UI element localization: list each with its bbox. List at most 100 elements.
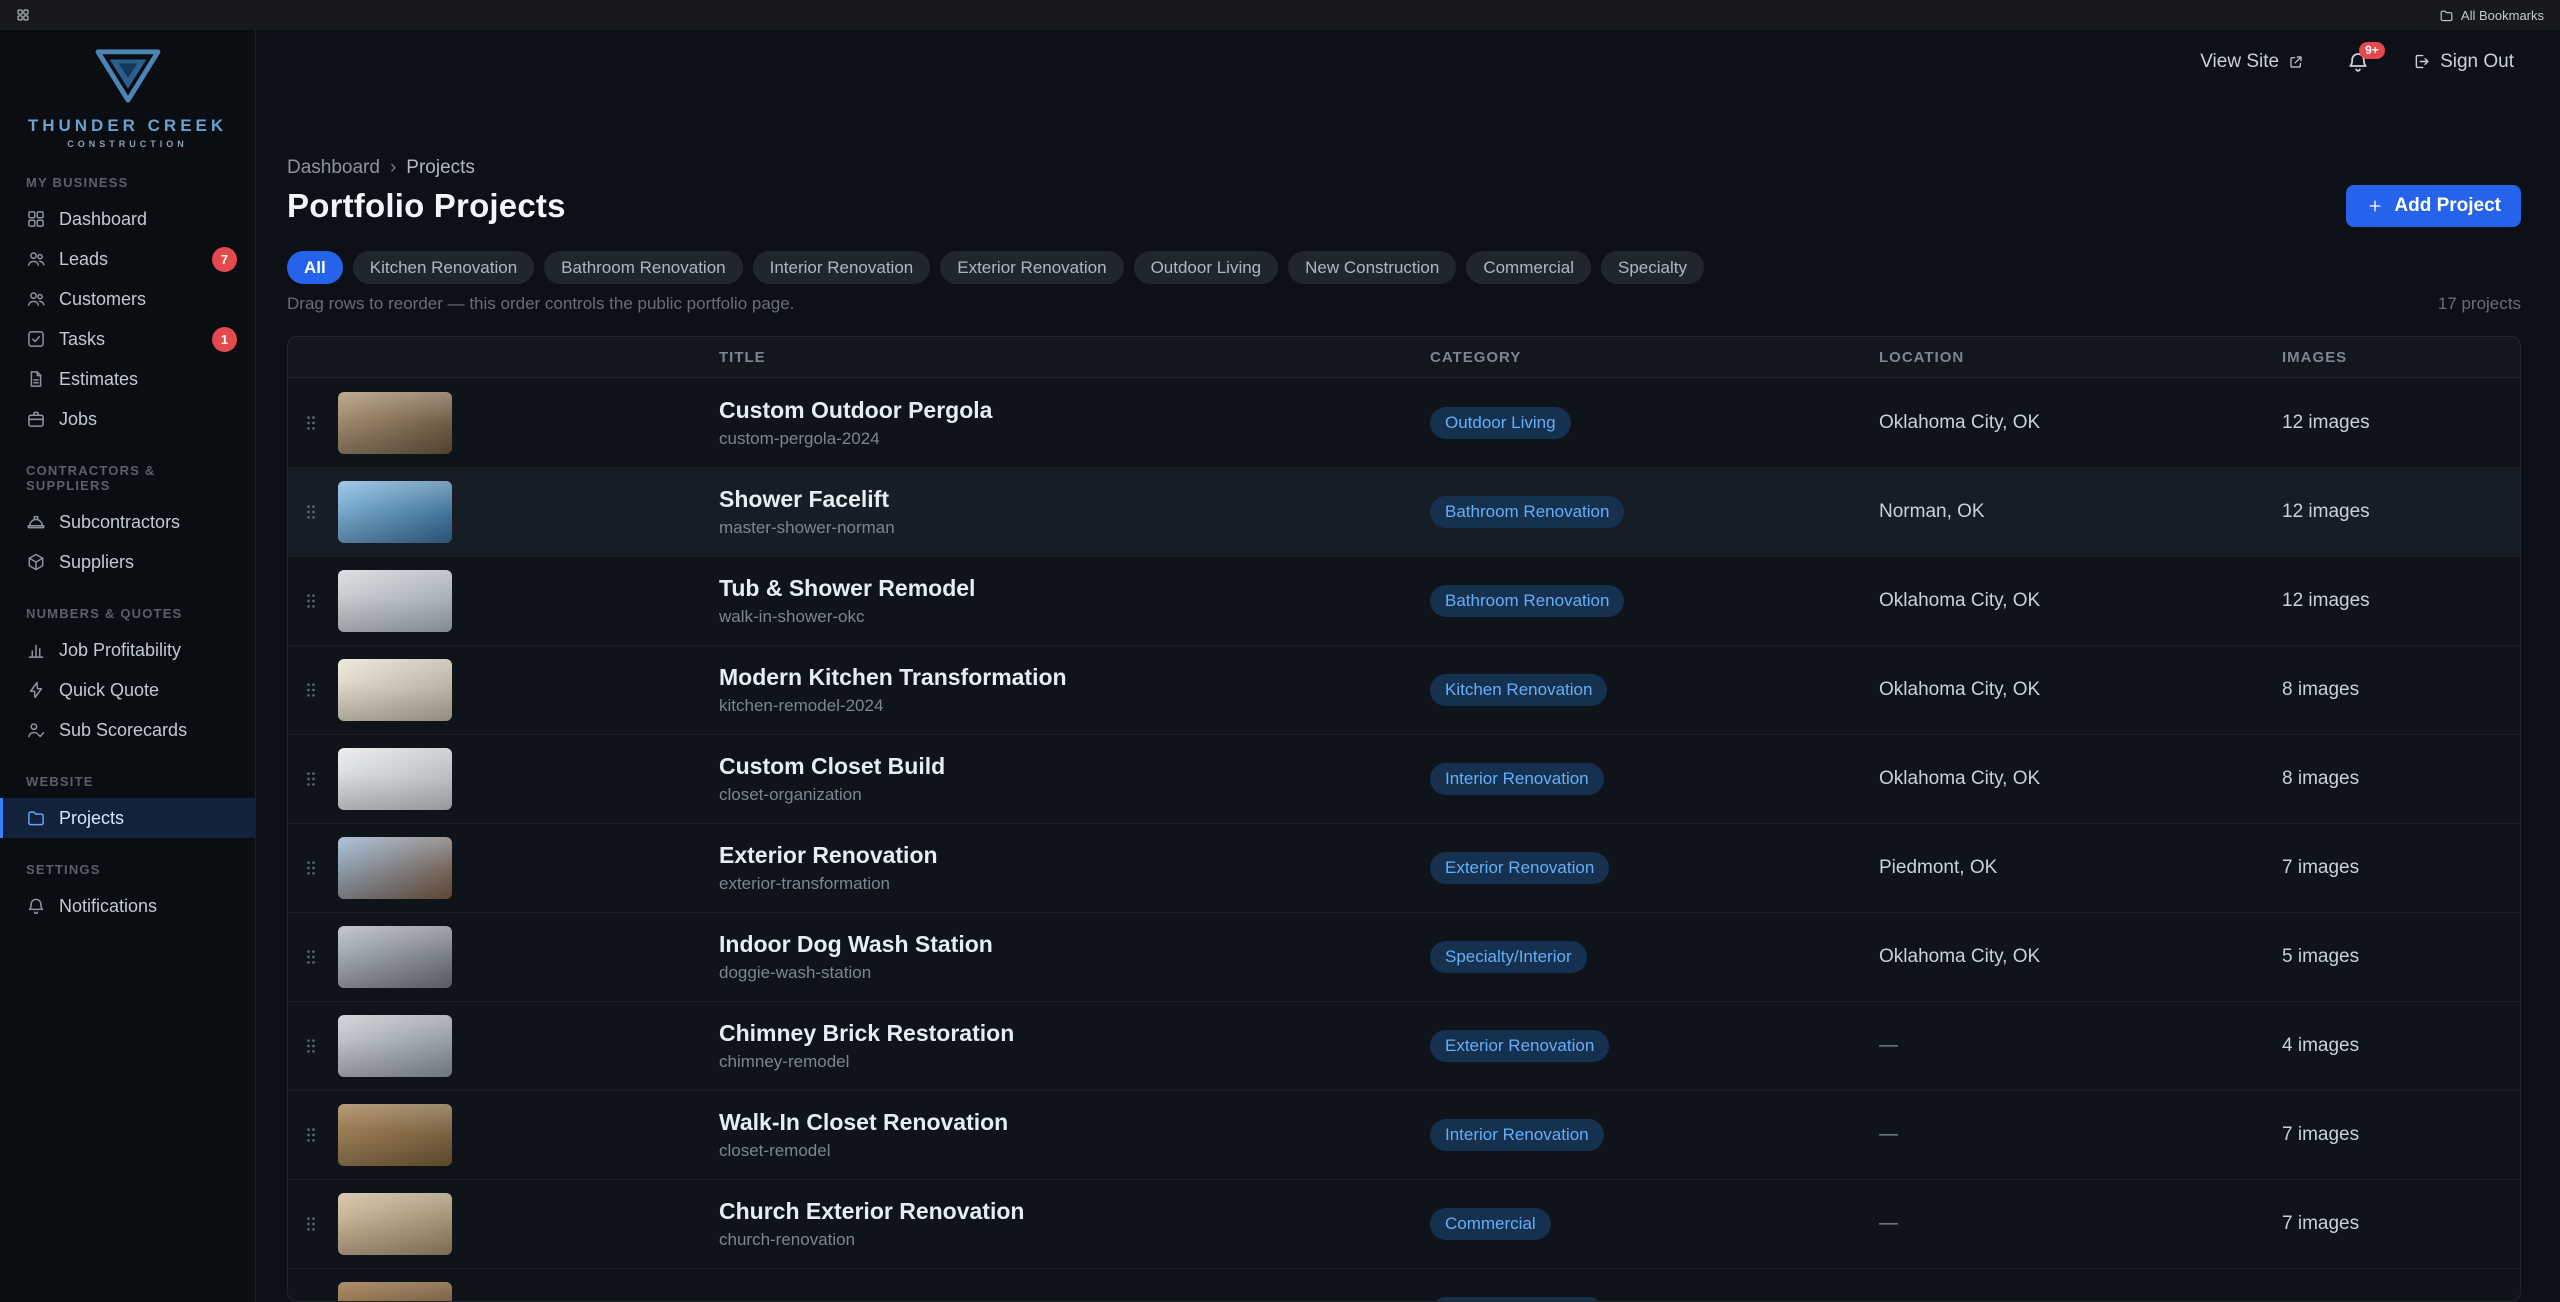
table-row[interactable]: Indoor Dog Wash Stationdoggie-wash-stati… xyxy=(288,912,2520,1001)
filter-chip-specialty[interactable]: Specialty xyxy=(1601,251,1704,284)
users-icon xyxy=(26,249,46,269)
table-row[interactable]: Church Exterior Renovationchurch-renovat… xyxy=(288,1179,2520,1268)
project-image-count: 12 images xyxy=(2282,412,2520,434)
sidebar-item-leads[interactable]: Leads7 xyxy=(0,239,255,279)
column-header-location: LOCATION xyxy=(1879,349,2282,366)
grip-handle-icon[interactable] xyxy=(301,947,321,967)
grip-handle-icon[interactable] xyxy=(301,1214,321,1234)
sidebar-item-estimates[interactable]: Estimates xyxy=(0,359,255,399)
grip-handle-icon[interactable] xyxy=(301,858,321,878)
project-location: Oklahoma City, OK xyxy=(1879,768,2282,790)
table-body: Custom Outdoor Pergolacustom-pergola-202… xyxy=(288,378,2520,1302)
grip-handle-icon[interactable] xyxy=(301,769,321,789)
sidebar-item-projects[interactable]: Projects xyxy=(0,798,255,838)
project-image-count: 7 images xyxy=(2282,1124,2520,1146)
sidebar-item-jobs[interactable]: Jobs xyxy=(0,399,255,439)
sidebar-item-label: Leads xyxy=(59,249,108,270)
project-location: Oklahoma City, OK xyxy=(1879,946,2282,968)
bar-chart-icon xyxy=(26,640,46,660)
add-project-label: Add Project xyxy=(2394,195,2501,217)
project-image-count: 12 images xyxy=(2282,501,2520,523)
table-row[interactable]: Custom Outdoor Pergolacustom-pergola-202… xyxy=(288,378,2520,467)
browser-bar: All Bookmarks xyxy=(0,0,2560,30)
grip-handle-icon[interactable] xyxy=(301,502,321,522)
users-icon xyxy=(26,289,46,309)
table-row[interactable]: Walk-In Closet Renovationcloset-remodelI… xyxy=(288,1090,2520,1179)
project-count: 17 projects xyxy=(2438,294,2521,314)
project-thumbnail xyxy=(338,392,452,454)
project-image-count: 7 images xyxy=(2282,1213,2520,1235)
project-slug: master-shower-norman xyxy=(719,518,1430,538)
category-badge: Outdoor Living xyxy=(1430,407,1571,439)
project-thumbnail xyxy=(338,1282,452,1302)
view-site-link[interactable]: View Site xyxy=(2200,51,2304,73)
project-title: Shower Facelift xyxy=(719,486,1430,513)
table-row[interactable]: Custom Closet Buildcloset-organizationIn… xyxy=(288,734,2520,823)
table-meta-row: Drag rows to reorder — this order contro… xyxy=(287,294,2521,314)
grip-handle-icon[interactable] xyxy=(301,1125,321,1145)
filter-chip-outdoor-living[interactable]: Outdoor Living xyxy=(1134,251,1279,284)
reorder-hint: Drag rows to reorder — this order contro… xyxy=(287,294,794,314)
sidebar-item-label: Tasks xyxy=(59,329,105,350)
grip-handle-icon[interactable] xyxy=(301,680,321,700)
filter-chip-commercial[interactable]: Commercial xyxy=(1466,251,1591,284)
project-location: Piedmont, OK xyxy=(1879,857,2282,879)
grip-handle-icon[interactable] xyxy=(301,1036,321,1056)
project-thumbnail xyxy=(338,837,452,899)
project-slug: walk-in-shower-okc xyxy=(719,607,1430,627)
table-row[interactable]: Flooring InstallationInterior Renovation… xyxy=(288,1268,2520,1302)
sidebar-item-quick-quote[interactable]: Quick Quote xyxy=(0,670,255,710)
grip-handle-icon[interactable] xyxy=(301,413,321,433)
project-image-count: 8 images xyxy=(2282,768,2520,790)
apps-grid-icon[interactable] xyxy=(16,8,30,22)
filter-chip-kitchen-renovation[interactable]: Kitchen Renovation xyxy=(353,251,534,284)
category-badge: Interior Renovation xyxy=(1430,1297,1604,1302)
filter-chip-all[interactable]: All xyxy=(287,251,343,284)
sidebar-item-label: Suppliers xyxy=(59,552,134,573)
filter-chip-exterior-renovation[interactable]: Exterior Renovation xyxy=(940,251,1123,284)
project-location: Oklahoma City, OK xyxy=(1879,590,2282,612)
table-row[interactable]: Tub & Shower Remodelwalk-in-shower-okcBa… xyxy=(288,556,2520,645)
breadcrumb-item-dashboard[interactable]: Dashboard xyxy=(287,157,380,179)
folder-icon xyxy=(26,808,46,828)
category-badge: Kitchen Renovation xyxy=(1430,674,1607,706)
project-thumbnail xyxy=(338,1015,452,1077)
filter-chip-interior-renovation[interactable]: Interior Renovation xyxy=(753,251,931,284)
sidebar-item-sub-scorecards[interactable]: Sub Scorecards xyxy=(0,710,255,750)
category-badge: Bathroom Renovation xyxy=(1430,496,1624,528)
sign-out-button[interactable]: Sign Out xyxy=(2412,51,2514,73)
sidebar-item-job-profitability[interactable]: Job Profitability xyxy=(0,630,255,670)
project-image-count: 12 images xyxy=(2282,590,2520,612)
sidebar-item-notifications[interactable]: Notifications xyxy=(0,886,255,926)
add-project-button[interactable]: Add Project xyxy=(2346,185,2521,227)
table-row[interactable]: Chimney Brick Restorationchimney-remodel… xyxy=(288,1001,2520,1090)
table-row[interactable]: Modern Kitchen Transformationkitchen-rem… xyxy=(288,645,2520,734)
all-bookmarks-button[interactable]: All Bookmarks xyxy=(2439,8,2544,23)
sidebar-item-tasks[interactable]: Tasks1 xyxy=(0,319,255,359)
project-location: — xyxy=(1879,1213,2282,1235)
category-badge: Exterior Renovation xyxy=(1430,852,1609,884)
user-check-icon xyxy=(26,720,46,740)
briefcase-icon xyxy=(26,409,46,429)
grip-handle-icon[interactable] xyxy=(301,591,321,611)
project-title: Flooring Installation xyxy=(719,1297,1430,1302)
sidebar-item-subcontractors[interactable]: Subcontractors xyxy=(0,502,255,542)
notifications-button[interactable]: 9+ xyxy=(2346,50,2370,74)
brand-logo[interactable]: THUNDER CREEK CONSTRUCTION xyxy=(0,30,255,151)
sidebar-item-label: Notifications xyxy=(59,896,157,917)
project-slug: kitchen-remodel-2024 xyxy=(719,696,1430,716)
sidebar-item-suppliers[interactable]: Suppliers xyxy=(0,542,255,582)
project-title: Chimney Brick Restoration xyxy=(719,1020,1430,1047)
filter-chip-new-construction[interactable]: New Construction xyxy=(1288,251,1456,284)
sidebar-item-label: Quick Quote xyxy=(59,680,159,701)
sidebar-item-customers[interactable]: Customers xyxy=(0,279,255,319)
table-row[interactable]: Shower Facelift master-shower-normanBathr… xyxy=(288,467,2520,556)
filter-chip-bathroom-renovation[interactable]: Bathroom Renovation xyxy=(544,251,742,284)
project-title: Indoor Dog Wash Station xyxy=(719,931,1430,958)
table-row[interactable]: Exterior Renovationexterior-transformati… xyxy=(288,823,2520,912)
project-thumbnail xyxy=(338,570,452,632)
sidebar-item-dashboard[interactable]: Dashboard xyxy=(0,199,255,239)
triangle-logo-icon xyxy=(89,46,167,106)
brand-tagline: CONSTRUCTION xyxy=(0,139,255,149)
project-title: Church Exterior Renovation xyxy=(719,1198,1430,1225)
